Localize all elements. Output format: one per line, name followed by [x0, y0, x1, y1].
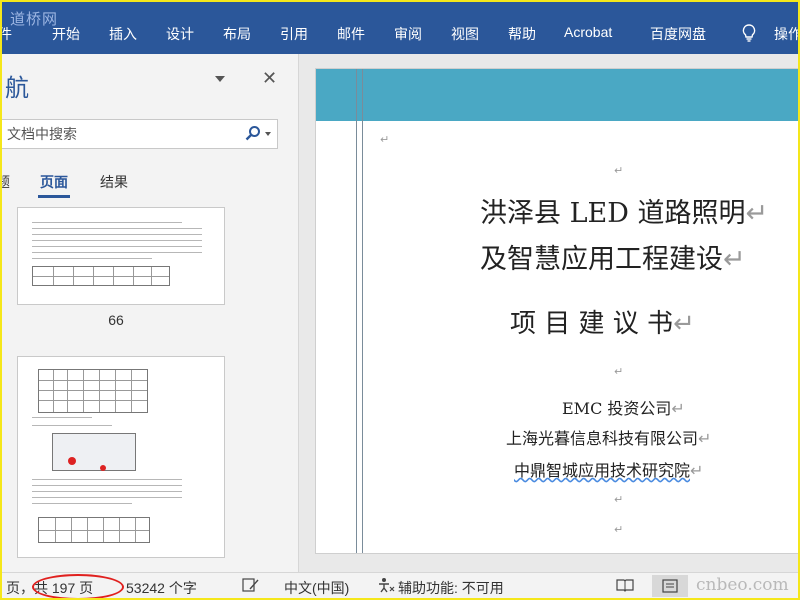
company-line-3[interactable]: 中鼎智城应用技术研究院↵ — [514, 457, 703, 481]
page-thumbnail[interactable] — [17, 356, 225, 558]
document-subtitle[interactable]: 项 目 建 议 书↵ — [510, 303, 695, 340]
search-box[interactable] — [2, 119, 278, 149]
close-icon[interactable]: ✕ — [262, 68, 277, 89]
tab-insert[interactable]: 插入 — [109, 24, 137, 44]
ribbon-tab-bar: 道桥网 件 开始 插入 设计 布局 引用 邮件 审阅 视图 帮助 Acrobat… — [2, 2, 798, 54]
margin-line — [356, 69, 357, 553]
status-bar: 页，共 197 页 53242 个字 中文(中国) 辅助功能: 不可用 cnbe… — [2, 572, 798, 598]
tab-references[interactable]: 引用 — [280, 24, 308, 44]
watermark-logo: 道桥网 — [10, 10, 59, 28]
tab-acrobat[interactable]: Acrobat — [564, 24, 612, 40]
thumbnail-page-number: 66 — [108, 312, 124, 328]
tab-review[interactable]: 审阅 — [394, 24, 422, 44]
company-line-1[interactable]: EMC 投资公司↵ — [562, 395, 685, 419]
accessibility-status[interactable]: 辅助功能: 不可用 — [398, 578, 504, 598]
paragraph-mark: ↵ — [380, 134, 390, 146]
tab-design[interactable]: 设计 — [166, 24, 194, 44]
page-thumbnail[interactable] — [17, 207, 225, 305]
tab-tell-me[interactable]: 操作 — [774, 24, 798, 44]
search-icon[interactable] — [245, 125, 261, 141]
proofing-icon[interactable] — [242, 577, 260, 593]
watermark-text: cnbeo.com — [696, 575, 789, 595]
highlight-circle — [32, 574, 124, 598]
tab-file[interactable]: 件 — [2, 24, 12, 44]
navigation-pane: 航 ✕ 题 页面 结果 — [2, 54, 299, 572]
tab-headings[interactable]: 题 — [2, 172, 10, 192]
document-area: ↵ ↵ 洪泽县 LED 道路照明↵ 及智慧应用工程建设↵ 项 目 建 议 书↵ … — [299, 54, 798, 572]
paragraph-mark: ↵ — [614, 524, 624, 536]
document-page[interactable]: ↵ ↵ 洪泽县 LED 道路照明↵ 及智慧应用工程建设↵ 项 目 建 议 书↵ … — [315, 68, 798, 554]
tab-baidu-netdisk[interactable]: 百度网盘 — [650, 24, 706, 44]
lightbulb-icon[interactable] — [742, 24, 756, 42]
active-tab-indicator — [38, 195, 70, 198]
tab-help[interactable]: 帮助 — [508, 24, 536, 44]
word-count[interactable]: 53242 个字 — [126, 578, 197, 598]
tab-view[interactable]: 视图 — [451, 24, 479, 44]
margin-line — [362, 69, 363, 553]
tab-mailings[interactable]: 邮件 — [337, 24, 365, 44]
language-status[interactable]: 中文(中国) — [284, 578, 349, 598]
paragraph-mark: ↵ — [614, 366, 624, 378]
paragraph-mark: ↵ — [614, 165, 624, 177]
print-layout-icon — [662, 579, 678, 593]
company-line-2[interactable]: 上海光暮信息科技有限公司↵ — [506, 425, 711, 449]
read-mode-icon[interactable] — [616, 578, 634, 592]
tab-results[interactable]: 结果 — [100, 172, 128, 192]
tab-home[interactable]: 开始 — [52, 24, 80, 44]
tab-layout[interactable]: 布局 — [223, 24, 251, 44]
nav-pane-title: 航 — [5, 75, 29, 102]
tab-pages[interactable]: 页面 — [40, 172, 68, 192]
accessibility-icon[interactable] — [376, 577, 396, 593]
chevron-down-icon[interactable] — [215, 76, 225, 82]
print-layout-button[interactable] — [652, 575, 688, 597]
document-title-line1[interactable]: 洪泽县 LED 道路照明↵ — [480, 191, 768, 230]
document-title-line2[interactable]: 及智慧应用工程建设↵ — [480, 237, 746, 276]
search-input[interactable] — [5, 123, 237, 145]
page-header-band — [316, 69, 798, 121]
paragraph-mark: ↵ — [614, 494, 624, 506]
window-frame: 道桥网 件 开始 插入 设计 布局 引用 邮件 审阅 视图 帮助 Acrobat… — [0, 0, 800, 600]
search-options-chevron-icon[interactable] — [265, 132, 271, 136]
